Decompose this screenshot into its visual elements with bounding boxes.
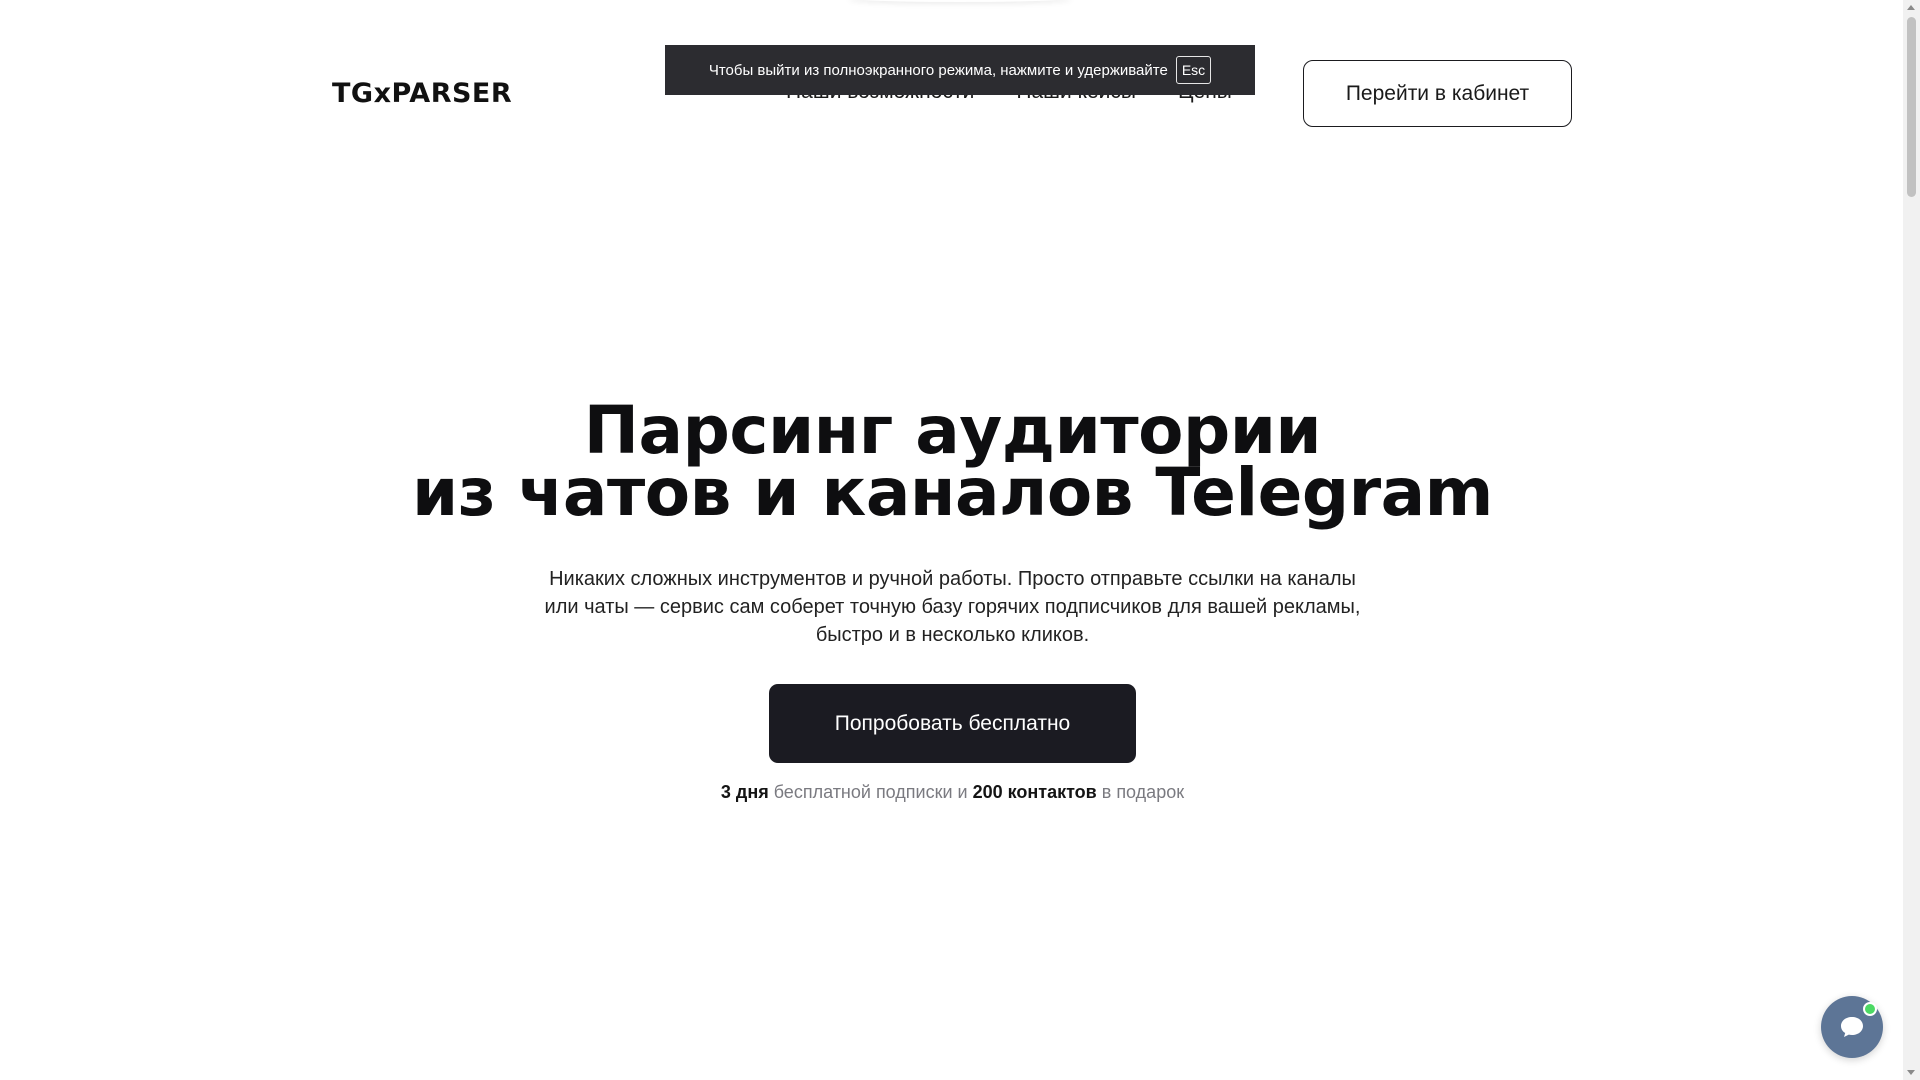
page-scrollbar[interactable] bbox=[1903, 0, 1920, 1080]
try-free-button[interactable]: Попробовать бесплатно bbox=[769, 684, 1136, 763]
hero-title-line-1: Парсинг аудитории bbox=[583, 392, 1322, 469]
gift-days: 3 дня bbox=[720, 782, 769, 802]
hero-title: Парсинг аудитории из чатов и каналов Tel… bbox=[0, 392, 1905, 531]
fullscreen-notice-text: Чтобы выйти из полноэкранного режима, на… bbox=[708, 61, 1168, 79]
gift-note: 3 дня бесплатной подписки и 200 контакто… bbox=[0, 782, 1905, 803]
chat-widget-button[interactable] bbox=[1821, 996, 1883, 1058]
go-to-cabinet-button[interactable]: Перейти в кабинет bbox=[1303, 60, 1572, 127]
top-edge-shadow bbox=[848, 0, 1072, 2]
scrollbar-thumb[interactable] bbox=[1907, 17, 1916, 197]
chat-bubble-icon bbox=[1841, 1017, 1863, 1037]
fullscreen-exit-notice: Чтобы выйти из полноэкранного режима, на… bbox=[665, 45, 1255, 95]
gift-text-1: бесплатной подписки и bbox=[768, 782, 973, 802]
brand-logo[interactable]: TGxPARSER bbox=[332, 78, 512, 109]
scroll-down-arrow-icon[interactable] bbox=[1907, 1070, 1915, 1075]
online-status-dot bbox=[1863, 1002, 1877, 1016]
gift-contacts: 200 контактов bbox=[972, 782, 1097, 802]
gift-text-2: в подарок bbox=[1096, 782, 1185, 802]
hero-subtitle: Никаких сложных инструментов и ручной ра… bbox=[544, 568, 1361, 646]
hero-title-line-2: из чатов и каналов Telegram bbox=[412, 454, 1493, 531]
esc-key-badge: Esc bbox=[1175, 56, 1212, 84]
landing-page: TGxPARSER Наши возможности Наши кейсы Це… bbox=[0, 0, 1920, 1080]
scroll-up-arrow-icon[interactable] bbox=[1907, 5, 1915, 10]
